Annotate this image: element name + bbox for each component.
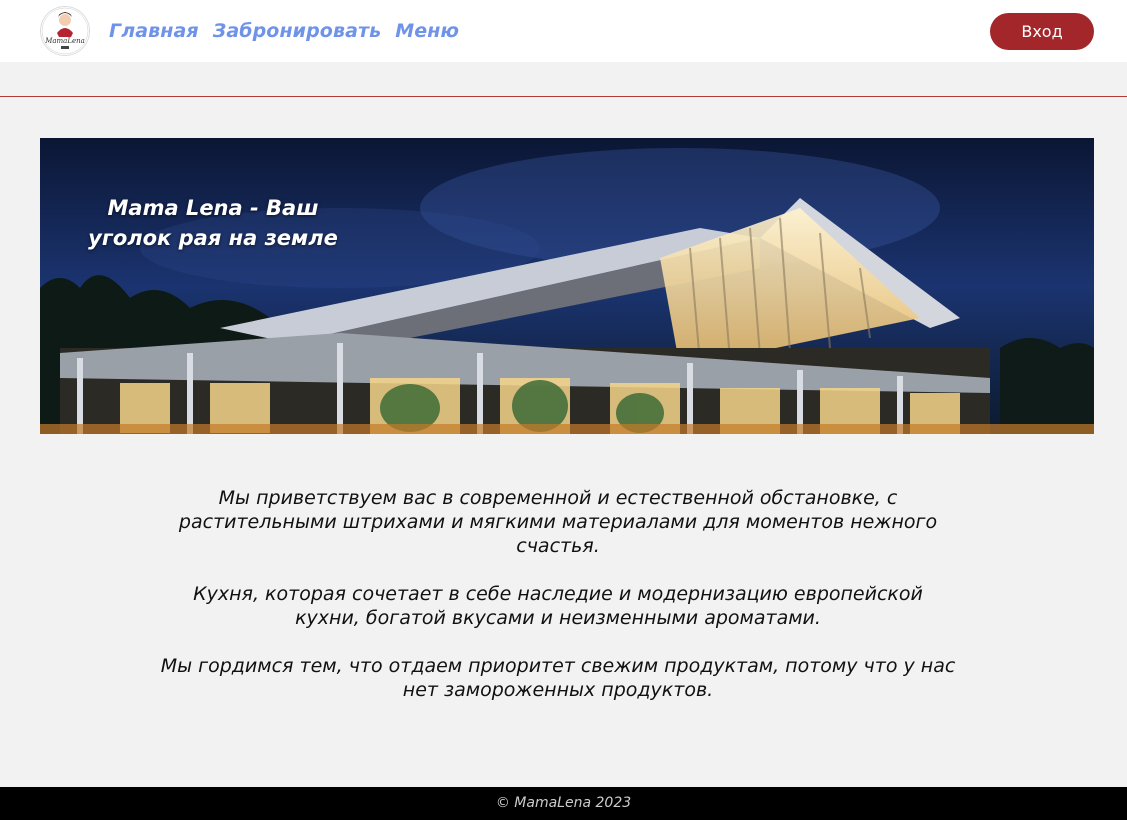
intro-paragraph: Мы приветствуем вас в современной и есте…	[178, 487, 938, 557]
copyright-text: © MamaLena 2023	[495, 795, 632, 811]
logo-text: MamaLena	[44, 37, 85, 45]
main-nav: Главная Забронировать Меню	[109, 16, 459, 46]
intro-text: Мы приветствуем вас в современной и есте…	[160, 486, 956, 726]
intro-paragraph: Кухня, которая сочетает в себе наследие …	[193, 583, 923, 629]
site-footer: © MamaLena 2023	[0, 787, 1127, 820]
login-button[interactable]: Вход	[990, 13, 1094, 50]
restaurant-building-image	[40, 138, 1094, 434]
nav-link-book[interactable]: Забронировать	[213, 16, 382, 46]
nav-link-home[interactable]: Главная	[109, 16, 199, 46]
mamalena-logo[interactable]: MamaLena	[40, 6, 90, 56]
hero-banner: Mama Lena - Ваш уголок рая на земле	[40, 138, 1094, 434]
hero-title: Mama Lena - Ваш уголок рая на земле	[88, 196, 338, 250]
intro-paragraph: Мы гордимся тем, что отдаем приоритет св…	[160, 655, 956, 701]
nav-link-menu[interactable]: Меню	[395, 16, 459, 46]
header-divider	[0, 96, 1127, 97]
site-header: MamaLena Главная Забронировать Меню Вход	[0, 0, 1127, 62]
